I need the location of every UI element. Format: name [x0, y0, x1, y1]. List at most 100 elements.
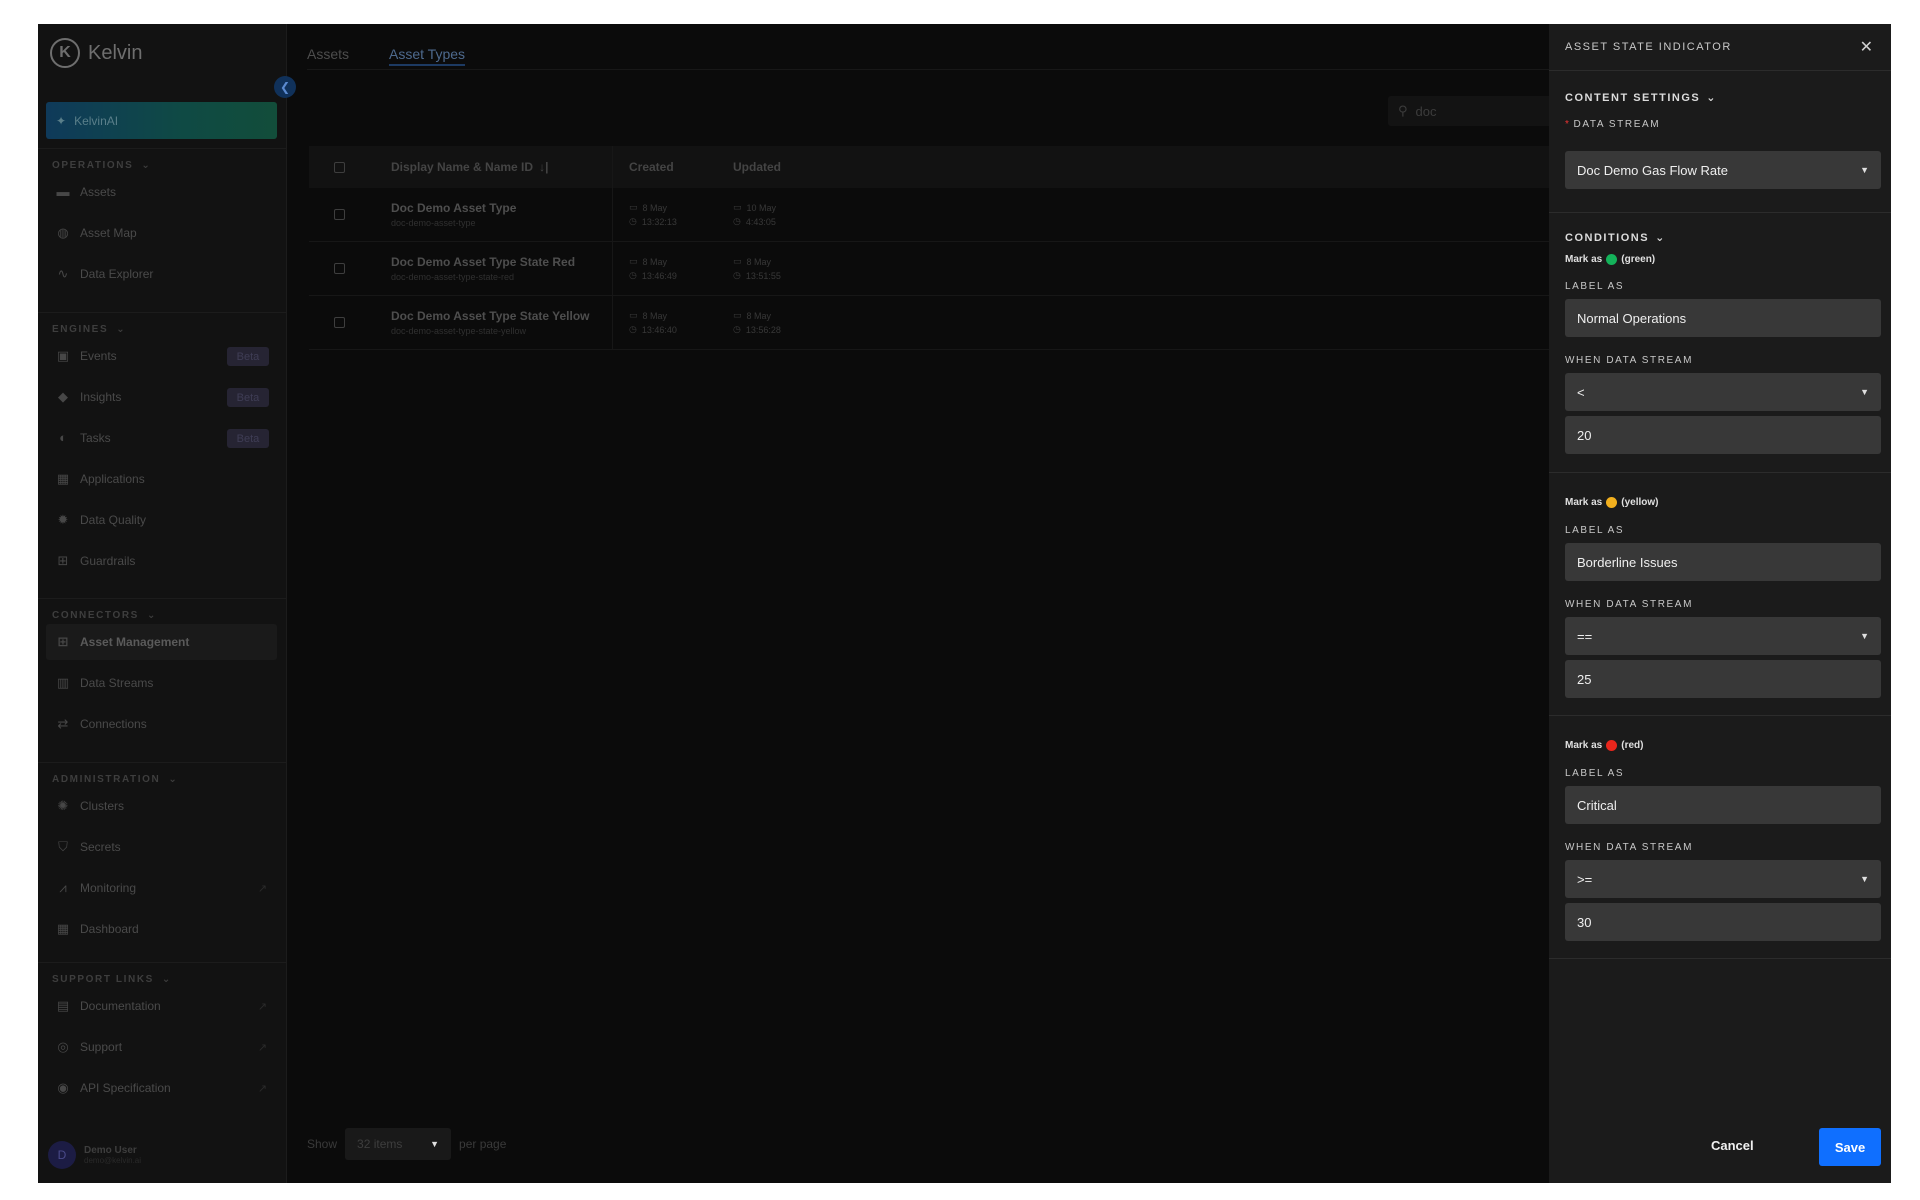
tab-asset-types[interactable]: Asset Types — [389, 46, 466, 66]
sidebar-item-applications[interactable]: ▦ Applications — [46, 461, 277, 497]
clock-icon: ◷ — [629, 324, 637, 334]
sidebar-item-api-specification[interactable]: ◉ API Specification ↗ — [46, 1070, 277, 1106]
sparkle-icon: ✦ — [56, 113, 67, 128]
cancel-button[interactable]: Cancel — [1711, 1138, 1754, 1153]
kelvin-logo-icon: K — [50, 38, 80, 68]
chevron-down-icon: ⌄ — [141, 160, 152, 171]
label-as-value: Critical — [1577, 797, 1617, 813]
app-window: K Kelvin ❮ ✦ KelvinAI OPERATIONS ⌄ ▬ Asset… — [38, 24, 1891, 1183]
user-menu[interactable]: D Demo User demo@kelvin.ai — [48, 1141, 141, 1169]
row-checkbox[interactable] — [333, 317, 345, 328]
when-data-stream-label: WHEN DATA STREAM — [1565, 842, 1694, 853]
section-administration[interactable]: ADMINISTRATION ⌄ — [52, 774, 178, 785]
divider — [38, 312, 287, 313]
section-title: ADMINISTRATION — [52, 774, 161, 785]
operator-select[interactable]: == ▼ — [1565, 617, 1881, 655]
sidebar-item-label: Monitoring — [80, 881, 137, 895]
updated-date: 10 May — [746, 202, 777, 213]
sidebar-item-label: Applications — [80, 472, 145, 486]
updated-time: 13:51:55 — [745, 270, 781, 281]
user-name: Demo User — [84, 1145, 137, 1156]
content-settings-section: CONTENT SETTINGS ⌄ * DATA STREAM Doc Demo … — [1549, 72, 1891, 213]
created-date: 8 May — [642, 202, 668, 213]
items-per-page-value: 32 items — [357, 1137, 403, 1151]
collapse-sidebar-button[interactable]: ❮ — [274, 76, 296, 98]
label-as-input[interactable]: Critical — [1565, 786, 1881, 824]
chevron-down-icon: ⌄ — [116, 324, 127, 335]
sidebar-item-label: Clusters — [80, 799, 125, 813]
sidebar-item-asset-management[interactable]: ⊞ Asset Management — [46, 624, 277, 660]
section-operations[interactable]: OPERATIONS ⌄ — [52, 160, 151, 171]
sidebar-item-insights[interactable]: ◆ Insights Beta — [46, 379, 277, 415]
operator-select[interactable]: < ▼ — [1565, 373, 1881, 411]
label-as-label: LABEL AS — [1565, 281, 1625, 292]
data-stream-label: * DATA STREAM — [1565, 119, 1660, 130]
sidebar: K Kelvin ❮ ✦ KelvinAI OPERATIONS ⌄ ▬ Asset… — [38, 24, 296, 1183]
threshold-value: 30 — [1577, 914, 1592, 930]
label-as-label: LABEL AS — [1565, 768, 1625, 779]
divider — [38, 962, 287, 963]
threshold-value: 25 — [1577, 671, 1592, 687]
yellow-status-dot — [1606, 497, 1618, 508]
sidebar-item-connections[interactable]: ⇄ Connections — [46, 706, 277, 742]
sidebar-item-dashboard[interactable]: ▦ Dashboard — [46, 911, 277, 947]
section-support-links[interactable]: SUPPORT LINKS ⌄ — [52, 974, 172, 985]
sidebar-item-asset-map[interactable]: ◍ Asset Map — [46, 215, 277, 251]
sidebar-item-documentation[interactable]: ▤ Documentation ↗ — [46, 988, 277, 1024]
section-title: ENGINES — [52, 324, 109, 335]
kelvinai-button[interactable]: ✦ KelvinAI — [46, 102, 277, 139]
kelvin-logo[interactable]: K Kelvin — [50, 38, 142, 68]
sidebar-item-label: API Specification — [80, 1081, 171, 1095]
data-stream-select[interactable]: Doc Demo Gas Flow Rate ▼ — [1565, 151, 1881, 189]
row-checkbox[interactable] — [333, 209, 345, 220]
operator-value: < — [1577, 384, 1585, 400]
items-per-page-select[interactable]: 32 items ▼ — [345, 1128, 452, 1160]
calendar-icon: ▭ — [629, 202, 638, 212]
label-as-input[interactable]: Normal Operations — [1565, 299, 1881, 337]
sidebar-item-assets[interactable]: ▬ Assets — [46, 174, 277, 210]
updated-date: 8 May — [746, 256, 772, 267]
guardrail-icon: ⊞ — [57, 553, 69, 568]
caret-down-icon: ▼ — [430, 1139, 440, 1149]
sidebar-item-tasks[interactable]: ◐ Tasks Beta — [46, 420, 277, 456]
beta-badge: Beta — [227, 429, 269, 448]
column-created[interactable]: Created — [613, 160, 717, 174]
tab-assets[interactable]: Assets — [307, 46, 349, 66]
tasks-icon: ◐ — [59, 430, 67, 445]
external-link-icon: ↗ — [257, 883, 267, 895]
sidebar-item-data-streams[interactable]: ▥ Data Streams — [46, 665, 277, 701]
sidebar-item-guardrails[interactable]: ⊞ Guardrails — [46, 543, 277, 579]
sidebar-item-clusters[interactable]: ✺ Clusters — [46, 788, 277, 824]
threshold-input[interactable]: 30 — [1565, 903, 1881, 941]
label-as-input[interactable]: Borderline Issues — [1565, 543, 1881, 581]
condition-green: Mark as (green) LABEL AS Normal Operation… — [1549, 213, 1891, 473]
operator-select[interactable]: >= ▼ — [1565, 860, 1881, 898]
apps-icon: ▦ — [56, 471, 70, 486]
section-connectors[interactable]: CONNECTORS ⌄ — [52, 610, 157, 621]
beta-badge: Beta — [227, 347, 269, 366]
content-settings-toggle[interactable]: CONTENT SETTINGS ⌄ — [1565, 91, 1717, 105]
support-icon: ◎ — [57, 1039, 69, 1054]
sidebar-item-data-explorer[interactable]: ∿ Data Explorer — [46, 256, 277, 292]
sidebar-item-secrets[interactable]: ⛉ Secrets — [46, 829, 277, 865]
select-all-checkbox[interactable] — [333, 161, 345, 173]
sidebar-item-events[interactable]: ▣ Events Beta — [46, 338, 277, 374]
threshold-input[interactable]: 25 — [1565, 660, 1881, 698]
calendar-icon: ▭ — [733, 310, 742, 320]
calendar-icon: ▭ — [629, 310, 638, 320]
section-title: CONNECTORS — [52, 610, 139, 621]
sidebar-item-label: Dashboard — [80, 922, 139, 936]
sidebar-item-support[interactable]: ◎ Support ↗ — [46, 1029, 277, 1065]
operator-value: >= — [1577, 871, 1593, 887]
chevron-left-icon: ❮ — [279, 80, 291, 94]
chevron-down-icon: ⌄ — [146, 610, 157, 621]
sidebar-item-monitoring[interactable]: ⩘ Monitoring ↗ — [46, 870, 277, 906]
threshold-input[interactable]: 20 — [1565, 416, 1881, 454]
sidebar-item-data-quality[interactable]: ✹ Data Quality — [46, 502, 277, 538]
section-engines[interactable]: ENGINES ⌄ — [52, 324, 126, 335]
column-name[interactable]: Display Name & Name ID ↓| — [369, 146, 613, 188]
save-button[interactable]: Save — [1819, 1128, 1881, 1166]
column-updated[interactable]: Updated — [717, 160, 821, 174]
row-checkbox[interactable] — [333, 263, 345, 274]
close-icon[interactable]: ✕ — [1860, 37, 1873, 57]
